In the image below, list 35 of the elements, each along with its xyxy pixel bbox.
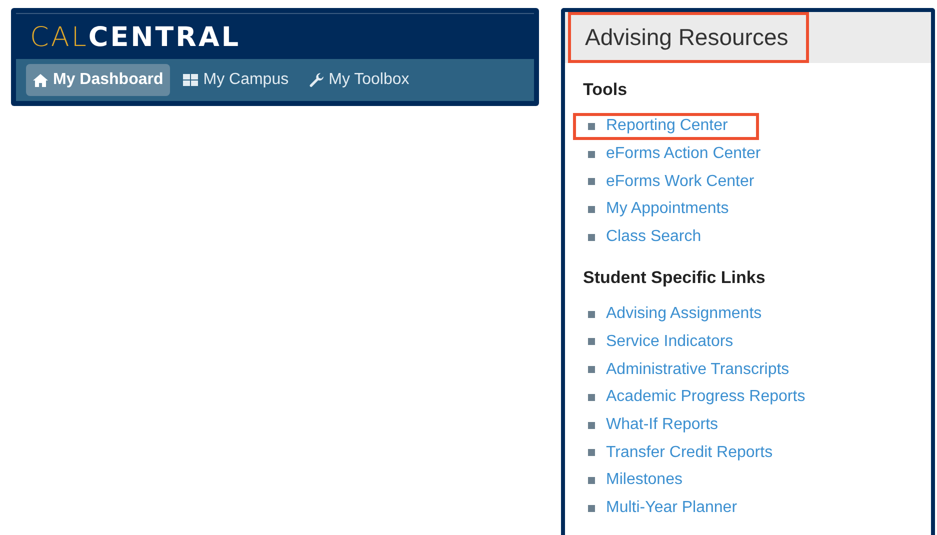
nav-tab[interactable]: My Dashboard bbox=[26, 64, 170, 96]
section-heading: Student Specific Links bbox=[583, 266, 766, 289]
resource-link[interactable]: eForms Action Center bbox=[606, 142, 761, 166]
panel-title: Advising Resources bbox=[568, 12, 810, 63]
nav-tab[interactable]: My Toolbox bbox=[302, 64, 416, 96]
section-heading: Tools bbox=[583, 79, 628, 101]
bullet-icon bbox=[588, 234, 595, 241]
bullet-icon bbox=[588, 310, 595, 318]
bullet-icon bbox=[588, 178, 595, 186]
resource-link[interactable]: My Appointments bbox=[606, 197, 729, 222]
home-icon bbox=[33, 74, 48, 87]
resource-link[interactable]: Class Search bbox=[606, 225, 702, 250]
resource-link[interactable]: Multi-Year Planner bbox=[606, 496, 738, 520]
bullet-icon bbox=[588, 366, 595, 374]
bullet-icon bbox=[588, 150, 595, 158]
grid-icon bbox=[183, 74, 198, 86]
resource-link[interactable]: Reporting Center bbox=[606, 114, 728, 138]
bullet-icon bbox=[588, 476, 595, 484]
resource-link[interactable]: Administrative Transcripts bbox=[606, 358, 790, 382]
bullet-icon bbox=[588, 206, 595, 213]
resource-link[interactable]: What-If Reports bbox=[606, 413, 718, 438]
resource-link[interactable]: eForms Work Center bbox=[606, 170, 754, 194]
bullet-icon bbox=[588, 122, 595, 130]
bullet-icon bbox=[588, 449, 595, 456]
resource-link[interactable]: Academic Progress Reports bbox=[606, 385, 806, 410]
nav-tab[interactable]: My Campus bbox=[176, 64, 296, 96]
resource-link[interactable]: Milestones bbox=[606, 468, 682, 492]
bullet-icon bbox=[588, 338, 595, 346]
bullet-icon bbox=[588, 504, 595, 512]
bullet-icon bbox=[588, 394, 595, 401]
resource-link[interactable]: Advising Assignments bbox=[606, 302, 762, 326]
resource-link[interactable]: Service Indicators bbox=[606, 330, 734, 354]
resource-link[interactable]: Transfer Credit Reports bbox=[606, 440, 773, 465]
bullet-icon bbox=[588, 422, 595, 429]
wrench-icon bbox=[308, 72, 324, 88]
